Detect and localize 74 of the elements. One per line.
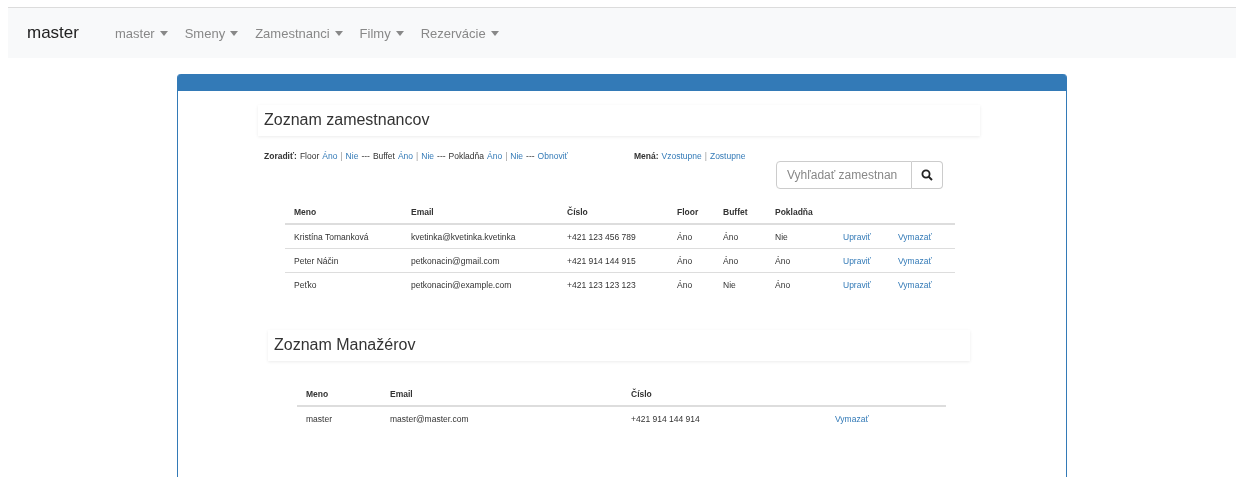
sort-link[interactable]: Nie <box>345 151 359 161</box>
sort-title: Mená: <box>634 151 659 161</box>
sort-link[interactable]: Áno <box>487 151 503 161</box>
caret-icon <box>230 30 239 36</box>
search-icon <box>921 169 933 181</box>
column-header: Číslo <box>622 381 826 406</box>
table-cell: Áno <box>668 248 714 273</box>
table-cell: Áno <box>668 224 714 249</box>
sort-label: Floor <box>299 151 320 161</box>
table-cell: +421 914 144 915 <box>558 248 668 273</box>
caret-icon <box>395 30 404 36</box>
table-cell: master@master.com <box>381 406 622 430</box>
separator: | <box>505 151 508 161</box>
table-cell: Nie <box>766 224 834 249</box>
table-cell: Áno <box>766 272 834 296</box>
nav-menu[interactable]: Zamestnanci <box>255 25 343 41</box>
table-cell: petkonacin@gmail.com <box>402 248 558 273</box>
separator: | <box>704 151 707 161</box>
sort-link[interactable]: Nie <box>421 151 435 161</box>
table-cell: master <box>297 406 381 430</box>
nav-menu[interactable]: master <box>114 25 168 41</box>
action-link[interactable]: Vymazať <box>898 256 932 266</box>
table-cell: +421 123 456 789 <box>558 224 668 249</box>
table-cell: Nie <box>714 272 766 296</box>
nav-menu[interactable]: Filmy <box>359 25 404 41</box>
action-link[interactable]: Upraviť <box>843 256 871 266</box>
search-field[interactable]: Vyhľadať zamestnan <box>776 161 912 189</box>
column-header: Buffet <box>714 199 766 224</box>
search-button[interactable] <box>912 161 943 189</box>
sort-link[interactable]: Vzostupne <box>661 151 702 161</box>
action-link[interactable]: Vymazať <box>835 414 869 424</box>
sort-label: --- <box>526 151 535 161</box>
table-cell: Áno <box>714 248 766 273</box>
sort-link[interactable]: Obnoviť <box>537 151 568 161</box>
sort-link[interactable]: Nie <box>510 151 524 161</box>
separator: | <box>416 151 419 161</box>
sort-label: Pokladňa <box>448 151 484 161</box>
section-title: Zoznam zamestnancov <box>264 111 431 129</box>
sort-link[interactable]: Zostupne <box>709 151 746 161</box>
action-link[interactable]: Upraviť <box>843 232 871 242</box>
table-cell: kvetinka@kvetinka.kvetinka <box>402 224 558 249</box>
sort-label: --- <box>437 151 446 161</box>
table-cell: +421 123 123 123 <box>558 272 668 296</box>
caret-icon <box>334 30 343 36</box>
action-link[interactable]: Vymazať <box>898 232 932 242</box>
column-header: Pokladňa <box>766 199 834 224</box>
sort-link[interactable]: Áno <box>397 151 414 161</box>
caret-icon <box>490 30 499 36</box>
table-cell: Áno <box>766 248 834 273</box>
column-header: Email <box>402 199 558 224</box>
column-header: Floor <box>668 199 714 224</box>
sort-title: Zoradiť: <box>264 151 297 161</box>
sort-label: Buffet <box>372 151 395 161</box>
column-header: Meno <box>297 381 381 406</box>
table-cell: petkonacin@example.com <box>402 272 558 296</box>
nav-menu[interactable]: Smeny <box>184 25 239 41</box>
table-cell: Kristína Tomanková <box>285 224 402 249</box>
caret-icon <box>159 30 168 36</box>
table-cell: +421 914 144 914 <box>622 406 826 430</box>
separator: | <box>340 151 343 161</box>
action-link[interactable]: Upraviť <box>843 280 871 290</box>
column-header: Číslo <box>558 199 668 224</box>
table-cell: Áno <box>714 224 766 249</box>
table-cell: Peter Náčin <box>285 248 402 273</box>
section-title: Zoznam Manažérov <box>274 336 417 354</box>
column-header: Meno <box>285 199 402 224</box>
sort-link[interactable]: Áno <box>322 151 338 161</box>
brand-link[interactable]: master <box>27 23 79 43</box>
table-cell: Áno <box>668 272 714 296</box>
sort-label: --- <box>361 151 370 161</box>
column-header: Email <box>381 381 622 406</box>
table-cell: Peťko <box>285 272 402 296</box>
action-link[interactable]: Vymazať <box>898 280 932 290</box>
nav-menu[interactable]: Rezervácie <box>420 25 499 41</box>
